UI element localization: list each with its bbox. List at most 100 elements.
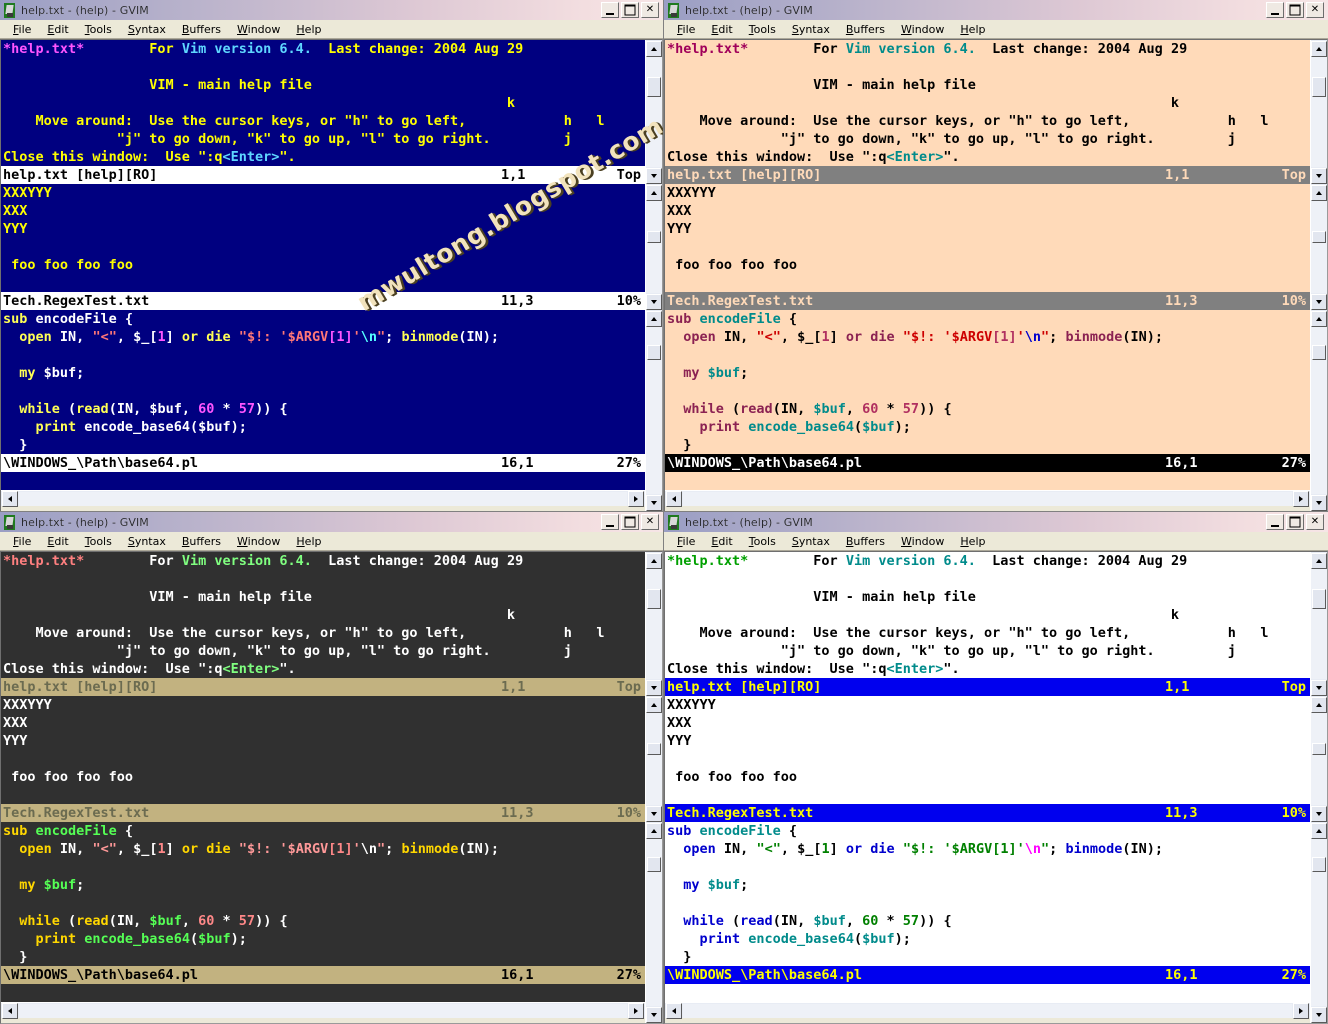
scrollbar-group[interactable]	[646, 822, 662, 1023]
menu-item-tools[interactable]: Tools	[741, 534, 784, 549]
minimize-button[interactable]	[601, 2, 619, 18]
menu-item-window[interactable]: Window	[229, 22, 288, 37]
menu-item-file[interactable]: File	[5, 22, 39, 37]
close-button[interactable]: ✕	[1306, 2, 1324, 18]
menu-item-window[interactable]: Window	[893, 534, 952, 549]
close-button[interactable]: ✕	[641, 2, 659, 18]
menu-item-edit[interactable]: Edit	[39, 22, 76, 37]
scrollbar-thumb[interactable]	[647, 77, 661, 97]
scrollbar-thumb[interactable]	[647, 743, 661, 755]
scroll-up-arrow[interactable]	[646, 553, 662, 569]
menu-item-file[interactable]: File	[5, 534, 39, 549]
horizontal-scrollbar[interactable]	[1, 490, 645, 507]
scroll-up-arrow[interactable]	[1311, 311, 1327, 327]
scrollbar-track[interactable]	[646, 201, 662, 293]
menu-item-syntax[interactable]: Syntax	[120, 22, 174, 37]
menu-item-buffers[interactable]: Buffers	[838, 534, 893, 549]
scroll-down-arrow[interactable]	[1311, 680, 1327, 696]
maximize-button[interactable]	[621, 514, 639, 530]
scrollbar-track[interactable]	[1311, 327, 1327, 494]
scrollbar-thumb[interactable]	[1312, 743, 1326, 755]
menu-item-help[interactable]: Help	[288, 22, 329, 37]
horizontal-scrollbar[interactable]	[665, 1002, 1310, 1019]
horizontal-scrollbar-track[interactable]	[19, 491, 627, 506]
scrollbar-group[interactable]	[1311, 696, 1327, 822]
close-button[interactable]: ✕	[641, 514, 659, 530]
scrollbar-track[interactable]	[1311, 839, 1327, 1006]
scroll-up-arrow[interactable]	[646, 311, 662, 327]
scrollbar-track[interactable]	[1311, 569, 1327, 679]
scroll-up-arrow[interactable]	[1311, 41, 1327, 57]
scroll-up-arrow[interactable]	[646, 185, 662, 201]
horizontal-scrollbar-track[interactable]	[683, 491, 1292, 506]
menu-item-file[interactable]: File	[669, 534, 703, 549]
scroll-up-arrow[interactable]	[1311, 823, 1327, 839]
scrollbar-group[interactable]	[1311, 822, 1327, 1023]
horizontal-scrollbar[interactable]	[665, 490, 1310, 507]
scroll-down-arrow[interactable]	[1311, 806, 1327, 822]
menu-item-tools[interactable]: Tools	[741, 22, 784, 37]
scroll-up-arrow[interactable]	[646, 697, 662, 713]
maximize-button[interactable]	[1286, 2, 1304, 18]
menu-item-buffers[interactable]: Buffers	[174, 22, 229, 37]
scrollbar-thumb[interactable]	[1312, 857, 1326, 872]
scroll-down-arrow[interactable]	[646, 294, 662, 310]
scroll-right-arrow[interactable]	[628, 1002, 644, 1019]
vertical-scrollbar[interactable]	[1310, 552, 1327, 1023]
scroll-up-arrow[interactable]	[646, 823, 662, 839]
scroll-down-arrow[interactable]	[646, 495, 662, 511]
menu-item-help[interactable]: Help	[952, 22, 993, 37]
scrollbar-track[interactable]	[646, 839, 662, 1006]
scrollbar-group[interactable]	[1311, 40, 1327, 184]
horizontal-scrollbar-track[interactable]	[19, 1003, 627, 1018]
scroll-down-arrow[interactable]	[1311, 495, 1327, 511]
menu-item-window[interactable]: Window	[229, 534, 288, 549]
menu-item-help[interactable]: Help	[952, 534, 993, 549]
scroll-up-arrow[interactable]	[1311, 553, 1327, 569]
scrollbar-track[interactable]	[1311, 713, 1327, 805]
scroll-down-arrow[interactable]	[1311, 294, 1327, 310]
scrollbar-track[interactable]	[646, 327, 662, 494]
scrollbar-thumb[interactable]	[1312, 231, 1326, 243]
scrollbar-group[interactable]	[646, 696, 662, 822]
scrollbar-group[interactable]	[646, 184, 662, 310]
scroll-left-arrow[interactable]	[2, 490, 18, 507]
scroll-right-arrow[interactable]	[628, 490, 644, 507]
scrollbar-group[interactable]	[646, 310, 662, 511]
scroll-up-arrow[interactable]	[1311, 185, 1327, 201]
menu-item-tools[interactable]: Tools	[77, 22, 120, 37]
scroll-down-arrow[interactable]	[646, 168, 662, 184]
scrollbar-thumb[interactable]	[1312, 589, 1326, 609]
menu-item-buffers[interactable]: Buffers	[838, 22, 893, 37]
scrollbar-thumb[interactable]	[647, 345, 661, 360]
menu-item-window[interactable]: Window	[893, 22, 952, 37]
scrollbar-track[interactable]	[646, 57, 662, 167]
scrollbar-thumb[interactable]	[1312, 345, 1326, 360]
horizontal-scrollbar-track[interactable]	[683, 1003, 1292, 1018]
scroll-up-arrow[interactable]	[646, 41, 662, 57]
close-button[interactable]: ✕	[1306, 514, 1324, 530]
scrollbar-group[interactable]	[1311, 184, 1327, 310]
menu-item-file[interactable]: File	[669, 22, 703, 37]
maximize-button[interactable]	[1286, 514, 1304, 530]
scrollbar-group[interactable]	[1311, 552, 1327, 696]
menu-item-edit[interactable]: Edit	[703, 534, 740, 549]
scroll-left-arrow[interactable]	[666, 490, 682, 507]
menu-item-help[interactable]: Help	[288, 534, 329, 549]
scrollbar-track[interactable]	[1311, 201, 1327, 293]
scroll-right-arrow[interactable]	[1293, 1002, 1309, 1019]
scrollbar-group[interactable]	[646, 552, 662, 696]
scrollbar-thumb[interactable]	[647, 589, 661, 609]
scrollbar-group[interactable]	[1311, 310, 1327, 511]
menu-item-buffers[interactable]: Buffers	[174, 534, 229, 549]
minimize-button[interactable]	[1266, 514, 1284, 530]
minimize-button[interactable]	[601, 514, 619, 530]
scroll-down-arrow[interactable]	[646, 680, 662, 696]
scrollbar-thumb[interactable]	[1312, 77, 1326, 97]
scrollbar-track[interactable]	[1311, 57, 1327, 167]
horizontal-scrollbar[interactable]	[1, 1002, 645, 1019]
maximize-button[interactable]	[621, 2, 639, 18]
menu-item-syntax[interactable]: Syntax	[120, 534, 174, 549]
scrollbar-thumb[interactable]	[647, 857, 661, 872]
scrollbar-thumb[interactable]	[647, 231, 661, 243]
